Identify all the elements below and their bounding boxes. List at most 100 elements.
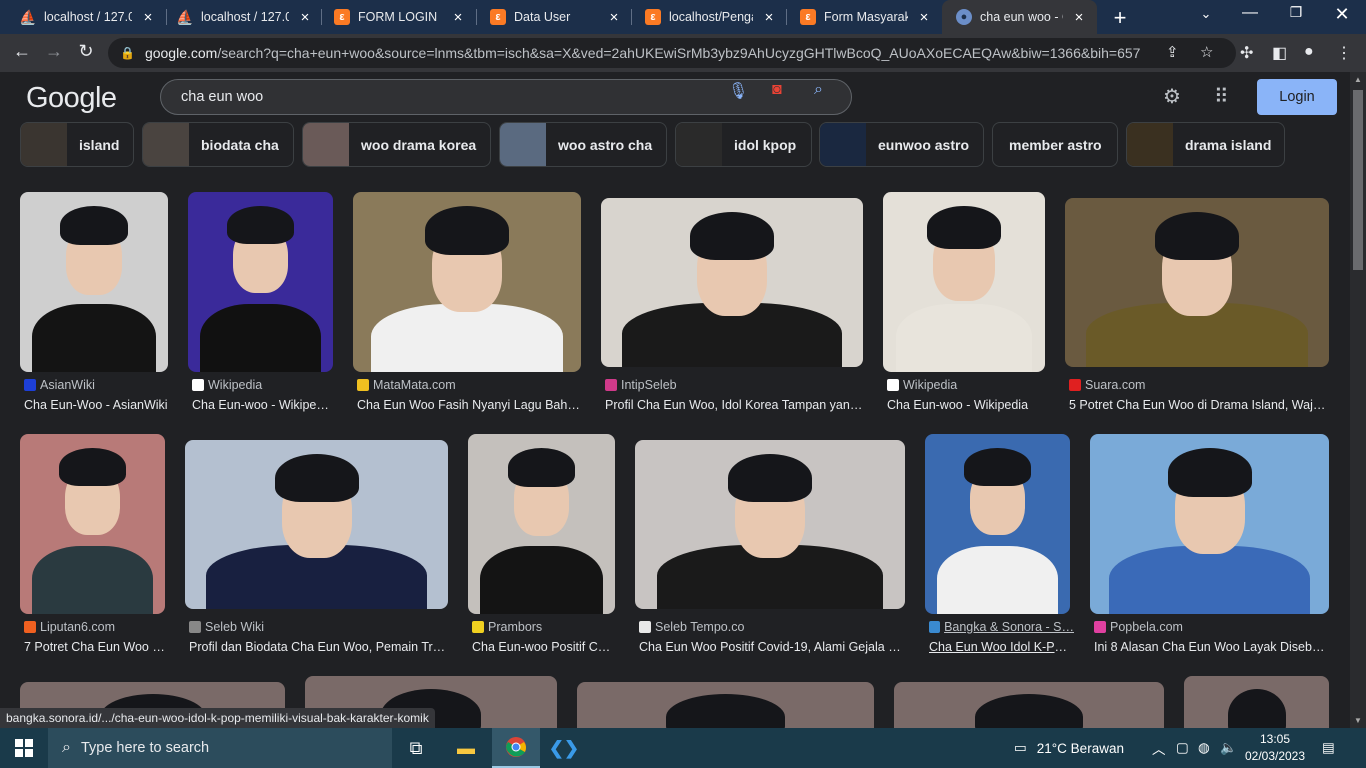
result-caption[interactable]: 5 Potret Cha Eun Woo di Drama Island, Wa… (1069, 398, 1329, 412)
chip-member-astro[interactable]: member astro (992, 122, 1118, 167)
close-icon[interactable]: × (140, 9, 156, 26)
result-source[interactable]: MataMata.com (357, 378, 456, 392)
result-caption[interactable]: Profil Cha Eun Woo, Idol Korea Tampan ya… (605, 398, 863, 412)
tab-localhost-1[interactable]: ⛵ localhost / 127.0.0.1 × (6, 0, 166, 34)
login-button[interactable]: Login (1257, 79, 1337, 115)
share-icon[interactable]: ⇪ (1166, 43, 1179, 61)
tab-search-icon[interactable]: ⌄ (1186, 6, 1226, 22)
start-button[interactable] (0, 728, 48, 768)
result-thumbnail[interactable] (20, 434, 165, 614)
system-clock[interactable]: 13:05 02/03/2023 (1240, 731, 1310, 765)
result-caption[interactable]: Cha Eun Woo Fasih Nyanyi Lagu Baha… (357, 398, 581, 412)
tab-data-user[interactable]: ε Data User × (476, 0, 632, 34)
minimize-button[interactable]: — (1230, 4, 1270, 22)
weather-widget[interactable]: ▭ 21°C Berawan (1014, 728, 1124, 768)
close-icon[interactable]: × (606, 9, 622, 26)
result-thumbnail[interactable] (577, 682, 874, 728)
result-source[interactable]: Wikipedia (887, 378, 957, 392)
new-tab-button[interactable]: + (1108, 5, 1132, 31)
result-thumbnail[interactable] (185, 440, 448, 609)
result-source[interactable]: Wikipedia (192, 378, 262, 392)
result-source[interactable]: Prambors (472, 620, 542, 634)
taskbar-search-box[interactable]: ⌕ Type here to search (48, 728, 392, 768)
result-thumbnail[interactable] (188, 192, 333, 372)
file-explorer-icon[interactable]: ▬ (442, 728, 490, 768)
close-icon[interactable]: × (1071, 9, 1087, 26)
result-caption[interactable]: Profil dan Biodata Cha Eun Woo, Pemain T… (189, 640, 448, 654)
side-panel-icon[interactable]: ◧ (1272, 43, 1287, 63)
result-thumbnail[interactable] (20, 192, 168, 372)
result-caption[interactable]: Cha Eun Woo Positif Covid-19, Alami Geja… (639, 640, 905, 654)
chip-eunwoo-astro[interactable]: eunwoo astro (819, 122, 984, 167)
result-thumbnail[interactable] (925, 434, 1070, 614)
reload-button[interactable]: ↻ (74, 41, 98, 62)
volume-muted-icon[interactable]: 🔈 (1220, 728, 1237, 768)
result-thumbnail[interactable] (894, 682, 1164, 728)
tab-localhost-2[interactable]: ⛵ localhost / 127.0.0.1 × (163, 0, 323, 34)
result-thumbnail[interactable] (1090, 434, 1329, 614)
scrollbar-thumb[interactable] (1353, 90, 1363, 270)
network-globe-icon[interactable]: ◍ (1198, 728, 1210, 768)
task-view-icon[interactable]: ⧉ (392, 728, 440, 768)
result-source[interactable]: IntipSeleb (605, 378, 677, 392)
profile-icon[interactable]: ● (1304, 43, 1314, 61)
bookmark-star-icon[interactable]: ☆ (1200, 43, 1213, 61)
result-source[interactable]: Seleb Wiki (189, 620, 264, 634)
result-thumbnail[interactable] (353, 192, 581, 372)
search-icon[interactable]: ⌕ (814, 81, 823, 99)
result-source[interactable]: Liputan6.com (24, 620, 115, 634)
chrome-icon[interactable] (492, 728, 540, 768)
chip-woo-drama-korea[interactable]: woo drama korea (302, 122, 491, 167)
result-thumbnail[interactable] (601, 198, 863, 367)
chip-drama-island[interactable]: drama island (1126, 122, 1285, 167)
result-caption[interactable]: Cha Eun Woo Idol K-Po… (929, 640, 1070, 654)
notifications-icon[interactable]: ▤ (1322, 728, 1335, 768)
close-icon[interactable]: × (297, 9, 313, 26)
restore-button[interactable]: ❐ (1276, 4, 1316, 21)
extensions-icon[interactable]: ✣ (1240, 43, 1253, 63)
result-caption[interactable]: Cha Eun-woo Positif Co… (472, 640, 615, 654)
tab-pengaduan[interactable]: ε localhost/Pengaduan × (631, 0, 787, 34)
result-source[interactable]: AsianWiki (24, 378, 95, 392)
result-thumbnail[interactable] (635, 440, 905, 609)
chip-island[interactable]: island (20, 122, 134, 167)
chip-idol-kpop[interactable]: idol kpop (675, 122, 812, 167)
google-logo[interactable]: Google (26, 82, 117, 115)
apps-grid-icon[interactable]: ⠿ (1214, 84, 1229, 109)
menu-icon[interactable]: ⋮ (1336, 43, 1352, 63)
result-caption[interactable]: Cha Eun-Woo - AsianWiki (24, 398, 168, 412)
scroll-up-arrow[interactable]: ▲ (1350, 75, 1366, 84)
microphone-icon[interactable]: 🎙 (728, 81, 748, 101)
tab-form-masyarakat[interactable]: ε Form Masyarakat × (786, 0, 942, 34)
page-scrollbar[interactable]: ▲ ▼ (1350, 72, 1366, 728)
tray-chevron-icon[interactable]: ︿ (1152, 728, 1166, 768)
result-caption[interactable]: Ini 8 Alasan Cha Eun Woo Layak Disebut… (1094, 640, 1329, 654)
close-icon[interactable]: × (761, 9, 777, 26)
tab-google-search[interactable]: ● cha eun woo - Google × (942, 0, 1097, 34)
result-caption[interactable]: Cha Eun-woo - Wikipedi… (192, 398, 333, 412)
result-source[interactable]: Popbela.com (1094, 620, 1183, 634)
result-thumbnail[interactable] (883, 192, 1045, 372)
window-close-button[interactable]: ✕ (1322, 4, 1362, 25)
tab-form-login[interactable]: ε FORM LOGIN × (320, 0, 476, 34)
close-icon[interactable]: × (450, 9, 466, 26)
forward-button[interactable]: → (42, 41, 66, 62)
result-source[interactable]: Bangka & Sonora - S… (929, 620, 1074, 634)
vscode-icon[interactable]: ❮❯ (540, 728, 588, 768)
lock-icon[interactable]: 🔒 (120, 46, 135, 60)
close-icon[interactable]: × (916, 9, 932, 26)
chip-woo-astro-cha[interactable]: woo astro cha (499, 122, 667, 167)
result-thumbnail[interactable] (1184, 676, 1329, 728)
camera-lens-icon[interactable]: ◙ (772, 81, 782, 99)
result-caption[interactable]: 7 Potret Cha Eun Woo … (24, 640, 165, 654)
chip-biodata-cha[interactable]: biodata cha (142, 122, 294, 167)
result-source[interactable]: Suara.com (1069, 378, 1145, 392)
result-source[interactable]: Seleb Tempo.co (639, 620, 744, 634)
settings-gear-icon[interactable]: ⚙ (1163, 84, 1181, 109)
scroll-down-arrow[interactable]: ▼ (1350, 716, 1366, 725)
back-button[interactable]: ← (10, 41, 34, 62)
result-thumbnail[interactable] (1065, 198, 1329, 367)
address-bar[interactable]: 🔒 google.com/search?q=cha+eun+woo&source… (108, 38, 1236, 68)
tray-device-icon[interactable]: ▢ (1176, 728, 1189, 768)
result-caption[interactable]: Cha Eun-woo - Wikipedia (887, 398, 1045, 412)
